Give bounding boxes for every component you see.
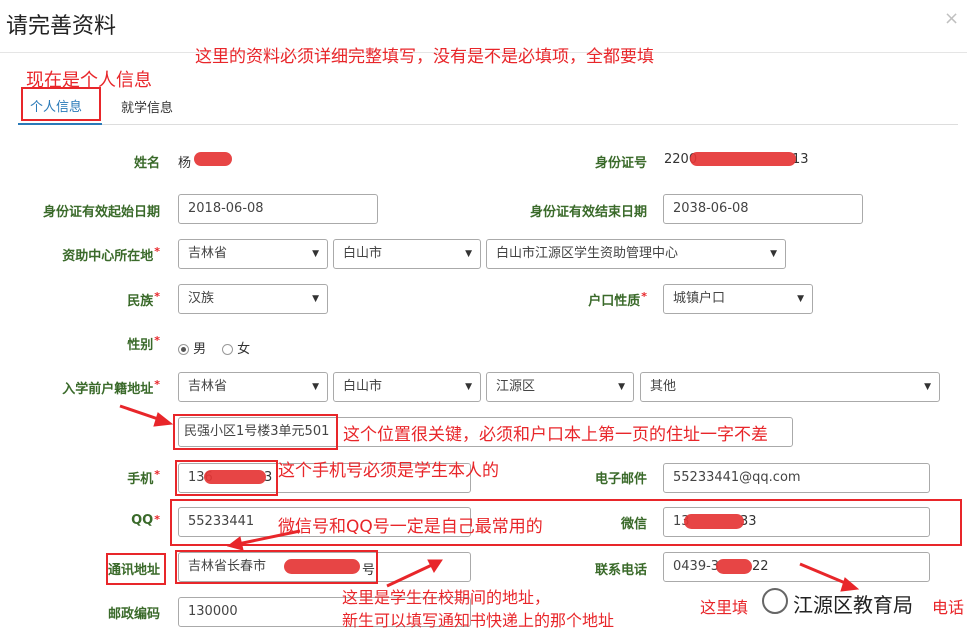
wechat-logo-icon <box>762 588 788 614</box>
annotation-arrows <box>119 404 860 592</box>
watermark-text: 江源区教育局 <box>793 593 913 617</box>
